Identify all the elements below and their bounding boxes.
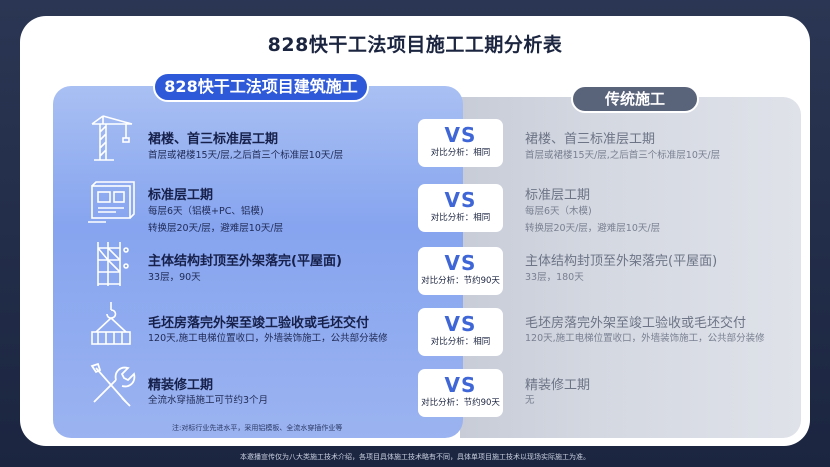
row-detail-traditional: 每层6天（木模) — [525, 206, 592, 217]
page-title: 828快干工法项目施工工期分析表 — [267, 34, 563, 56]
tools-icon — [86, 360, 136, 410]
row-detail-traditional: 转换层20天/层，避难层10天/层 — [525, 223, 661, 234]
scaffold-icon — [86, 238, 136, 288]
compare-text: 对比分析：相同 — [430, 148, 491, 158]
disclaimer: 本邀播宣传仅为八大类施工技术介绍，各项目具体施工技术略有不同，具体单项目施工技术… — [240, 453, 590, 461]
hook-load-icon — [86, 300, 136, 350]
row-title: 标准层工期 — [148, 188, 214, 203]
row-title: 裙楼、首三标准层工期 — [148, 132, 279, 147]
row-detail-traditional: 120天,施工电梯位置收口，外墙装饰施工，公共部分装修 — [525, 333, 765, 344]
row-title: 毛坯房落完外架至竣工验收或毛坯交付 — [148, 316, 370, 331]
vs-compare-box: VS 对比分析：相同 — [418, 308, 503, 356]
compare-text: 对比分析：节约90天 — [421, 398, 500, 408]
row-detail-traditional: 首层或裙楼15天/层,之后首三个标准层10天/层 — [525, 150, 721, 161]
row-detail: 转换层20天/层，避难层10天/层 — [148, 223, 284, 234]
row-title-traditional: 标准层工期 — [525, 188, 591, 203]
vs-compare-box: VS 对比分析：相同 — [418, 184, 503, 232]
row-title: 主体结构封顶至外架落完(平屋面) — [148, 254, 342, 269]
row-detail: 每层6天（铝模+PC、铝模) — [148, 206, 264, 217]
compare-text: 对比分析：相同 — [430, 213, 491, 223]
compare-text: 对比分析：节约90天 — [421, 276, 500, 286]
row-detail: 120天,施工电梯位置收口，外墙装饰施工，公共部分装修 — [148, 333, 388, 344]
row-detail: 全流水穿插施工可节约3个月 — [148, 395, 269, 406]
quick-dry-header: 828快干工法项目建筑施工 — [153, 72, 369, 102]
compare-text: 对比分析：相同 — [430, 337, 491, 347]
vs-label: VS — [444, 312, 477, 336]
row-detail-traditional: 无 — [525, 395, 535, 406]
row-detail: 33层，90天 — [148, 272, 201, 283]
traditional-header: 传统施工 — [571, 85, 699, 113]
blueprint-icon — [86, 178, 136, 228]
vs-label: VS — [444, 123, 477, 147]
row-title: 精装修工期 — [148, 378, 214, 393]
vs-label: VS — [444, 373, 477, 397]
row-title-traditional: 主体结构封顶至外架落完(平屋面) — [525, 254, 718, 269]
vs-compare-box: VS 对比分析：节约90天 — [418, 247, 503, 295]
vs-compare-box: VS 对比分析：相同 — [418, 119, 503, 167]
vs-label: VS — [444, 251, 477, 275]
row-title-traditional: 毛坯房落完外架至竣工验收或毛坯交付 — [525, 316, 747, 331]
row-title-traditional: 精装修工期 — [525, 378, 591, 393]
vs-label: VS — [444, 188, 477, 212]
row-detail: 首层或裙楼15天/层,之后首三个标准层10天/层 — [148, 150, 344, 161]
tower-crane-icon — [86, 112, 136, 162]
vs-compare-box: VS 对比分析：节约90天 — [418, 369, 503, 417]
row-title-traditional: 裙楼、首三标准层工期 — [525, 132, 656, 147]
row-detail-traditional: 33层，180天 — [525, 272, 584, 283]
footnote: 注:对标行业先进水平，采用铝模板、全流水穿插作业等 — [172, 424, 343, 432]
